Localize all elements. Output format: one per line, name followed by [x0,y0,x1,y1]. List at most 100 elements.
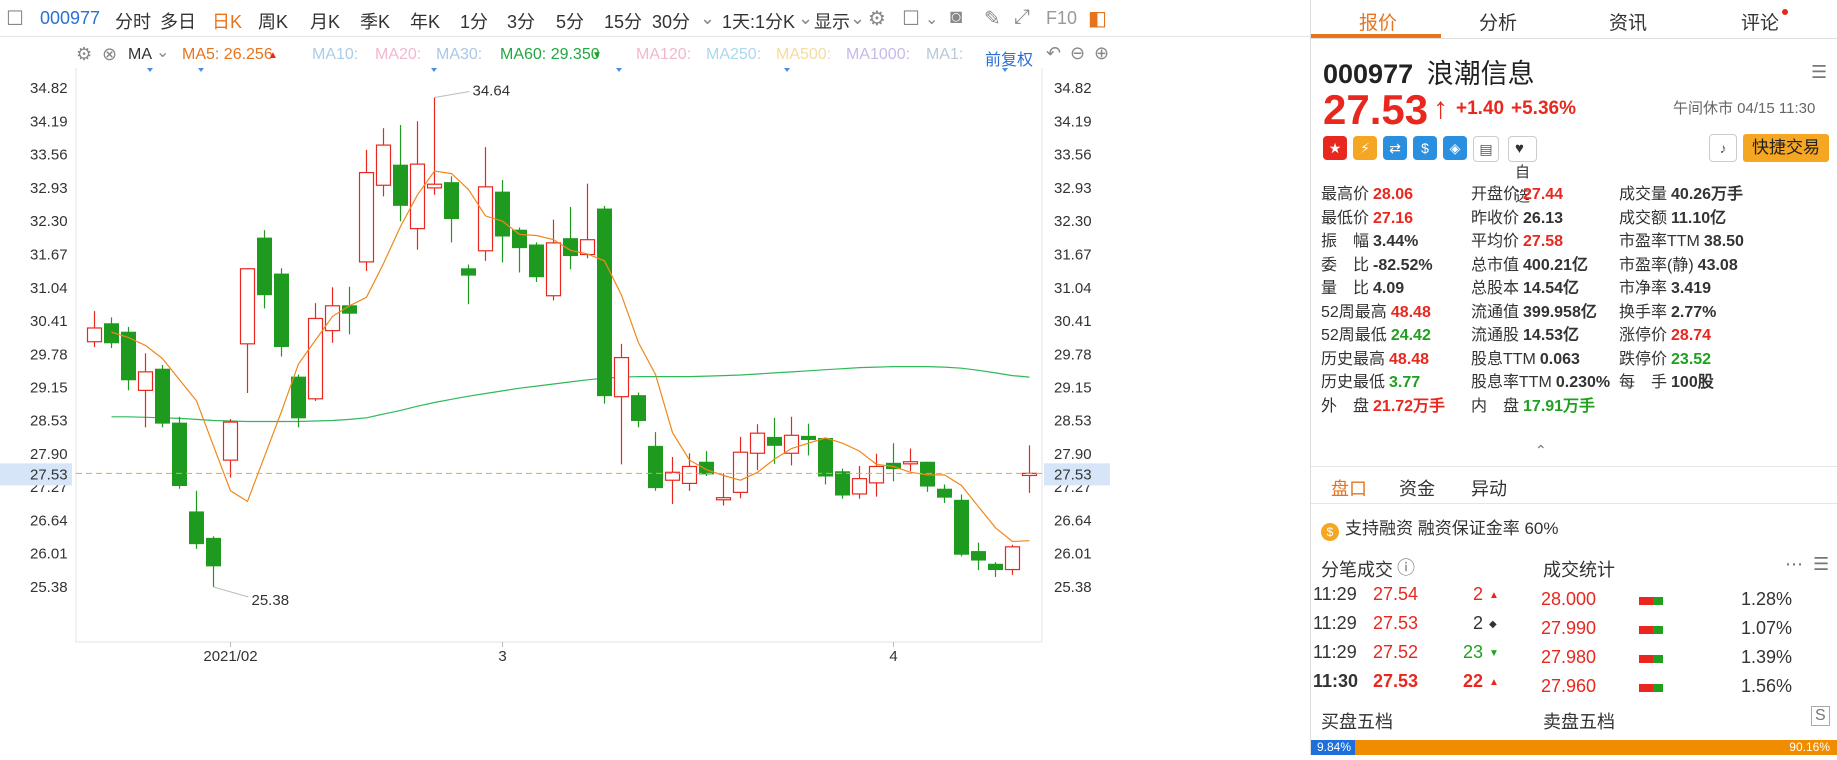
stock-code[interactable]: 000977 [40,8,100,29]
stat-item: 历史最高 48.48 [1321,345,1429,369]
stat-value: 28.74 [1671,327,1712,344]
stat-value: 28.06 [1373,186,1414,203]
coin-icon: $ [1321,523,1339,541]
event-marker-icon [784,64,790,72]
s-badge-icon[interactable]: S [1811,706,1830,726]
subtab-fund[interactable]: 资金 [1399,475,1435,501]
chevron-down-icon[interactable]: ⌄ [850,8,865,29]
tag-icon[interactable]: ◈ [1443,136,1467,160]
sidebar-toggle-icon[interactable]: ☐ [6,6,24,31]
candle-body [375,144,392,186]
subtab-abnormal[interactable]: 异动 [1471,475,1507,501]
menu-icon[interactable]: ☰ [1811,62,1827,83]
current-price-tag-right-text: 27.53 [1054,466,1092,483]
stat-item: 外 盘 21.72万手 [1321,392,1445,416]
tab-quarterly-k[interactable]: 季K [360,8,390,34]
zoom-in-icon[interactable]: ⊕ [1094,43,1109,64]
stat-label: 流通值 [1471,303,1520,321]
trades-title: 分笔成交 [1321,560,1393,580]
tab-monthly-k[interactable]: 月K [310,8,340,34]
zoom-out-icon[interactable]: ⊖ [1070,43,1085,64]
tab-multiday[interactable]: 多日 [160,8,196,34]
more-icon[interactable]: ⋯ [1785,554,1803,575]
chevron-down-icon[interactable]: ⌄ [925,9,938,29]
stat-value: 3.44% [1373,233,1419,250]
stat-label: 历史最高 [1321,350,1386,368]
period-select[interactable]: 1天:1分K [722,8,795,34]
add-favorite-button[interactable]: ♥ 自选 [1508,136,1538,205]
stat-value: 21.72万手 [1373,397,1446,415]
stat-item: 52周最低 24.42 [1321,321,1431,345]
bell-icon[interactable]: ♪ [1709,134,1737,162]
tab-1min[interactable]: 1分 [460,8,488,34]
candle-body [681,465,698,484]
ma10-label: MA10: [312,46,359,63]
y-tick-label-right: 29.15 [1054,380,1092,397]
tab-3min[interactable]: 3分 [507,8,535,34]
pen-icon[interactable]: ✎ [984,6,1001,31]
bid-ratio-label: 9.84% [1317,740,1352,754]
undo-icon[interactable]: ↶ [1046,43,1061,64]
f10-button[interactable]: F10 [1046,8,1077,29]
tab-daily-k[interactable]: 日K [212,8,242,34]
active-tab-indicator [1311,34,1441,38]
candle-body [393,164,408,206]
fullscreen-icon[interactable]: ⤢ [1014,6,1030,29]
stat-value: 3.419 [1671,280,1712,297]
dollar-icon[interactable]: $ [1413,136,1437,160]
tab-analysis[interactable]: 分析 [1479,8,1517,35]
note-icon[interactable]: ▤ [1473,136,1499,162]
trade-time: 11:29 [1313,613,1357,633]
layout-icon[interactable]: ☐ [902,6,920,31]
quote-tabs: 报价 分析 资讯 评论 [1311,0,1837,39]
gear-icon[interactable]: ⚙ [76,44,92,65]
tab-weekly-k[interactable]: 周K [258,8,288,34]
tab-5min[interactable]: 5分 [556,8,584,34]
stat-pct: 1.56% [1741,676,1793,696]
chevron-down-icon[interactable]: ⌄ [700,8,715,29]
tab-comments[interactable]: 评论 [1741,8,1779,35]
tab-yearly-k[interactable]: 年K [410,8,440,34]
trade-time: 11:29 [1313,584,1357,604]
tab-30min[interactable]: 30分 [652,8,690,34]
stat-item: 委 比 -82.52% [1321,251,1433,275]
stat-value: 17.91万手 [1523,397,1596,415]
collapse-icon[interactable]: ⌃ [1535,442,1547,459]
stat-item: 流通值 399.958亿 [1471,298,1597,322]
chevron-down-icon[interactable]: ⌄ [156,42,169,62]
display-menu[interactable]: 显示 [814,8,850,34]
tab-15min[interactable]: 15分 [604,8,642,34]
candle-body [699,461,714,475]
panel-toggle-icon[interactable]: ◧ [1088,6,1107,31]
kline-chart[interactable]: 34.82 34.82 34.19 34.19 33.56 33.56 32.93 32.93… [0,64,1310,755]
ask-title: 卖盘五档 [1543,712,1615,732]
list-icon[interactable]: ☰ [1813,554,1829,575]
stat-value: 400.21亿 [1523,256,1588,274]
subtab-orderbook[interactable]: 盘口 [1331,475,1367,501]
shuffle-icon[interactable]: ⇄ [1383,136,1407,160]
stat-item: 开盘价 27.44 [1471,180,1563,204]
ma5-up-icon: ▲ [268,50,278,61]
kline-svg[interactable]: 34.82 34.82 34.19 34.19 33.56 33.56 32.93 32.93… [0,64,1110,755]
candle-body [971,551,986,561]
gear-icon[interactable]: ⚙ [868,6,886,31]
stat-bar-green [1653,597,1663,605]
camera-icon[interactable]: ◙ [950,6,962,29]
stat-label: 52周最低 [1321,327,1387,344]
candle-body [937,488,952,498]
stat-item: 52周最高 48.48 [1321,298,1431,322]
quick-trade-button[interactable]: 快捷交易 [1743,134,1829,162]
tab-quote[interactable]: 报价 [1359,8,1397,35]
lightning-icon[interactable]: ⚡ [1353,136,1377,160]
ma-selector[interactable]: MA [128,46,152,64]
tab-news[interactable]: 资讯 [1609,8,1647,35]
adjust-button[interactable]: 前复权 [985,46,1033,70]
help-icon[interactable]: ⓘ [1397,554,1415,580]
close-icon[interactable]: ⊗ [102,44,117,65]
candle-body [222,421,239,461]
tab-intraday[interactable]: 分时 [115,8,151,34]
chevron-down-icon[interactable]: ⌄ [798,8,813,29]
stat-item: 最高价 28.06 [1321,180,1413,204]
china-flag-icon[interactable]: ★ [1323,136,1347,160]
ma500-label: MA500: [776,46,832,63]
